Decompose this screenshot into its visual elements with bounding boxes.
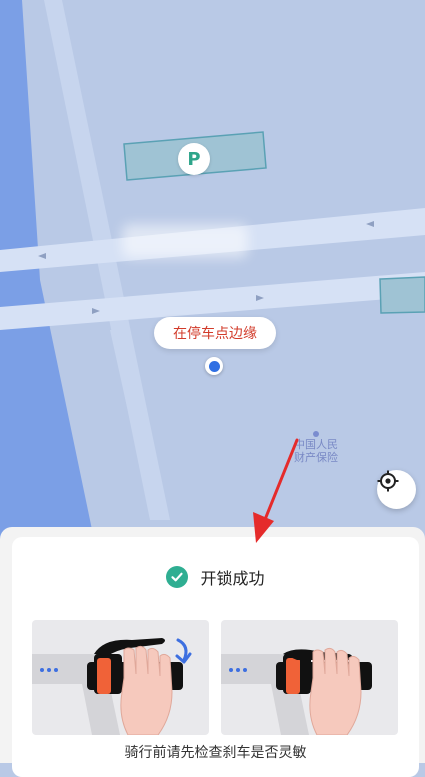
annotation-arrow	[253, 438, 299, 543]
